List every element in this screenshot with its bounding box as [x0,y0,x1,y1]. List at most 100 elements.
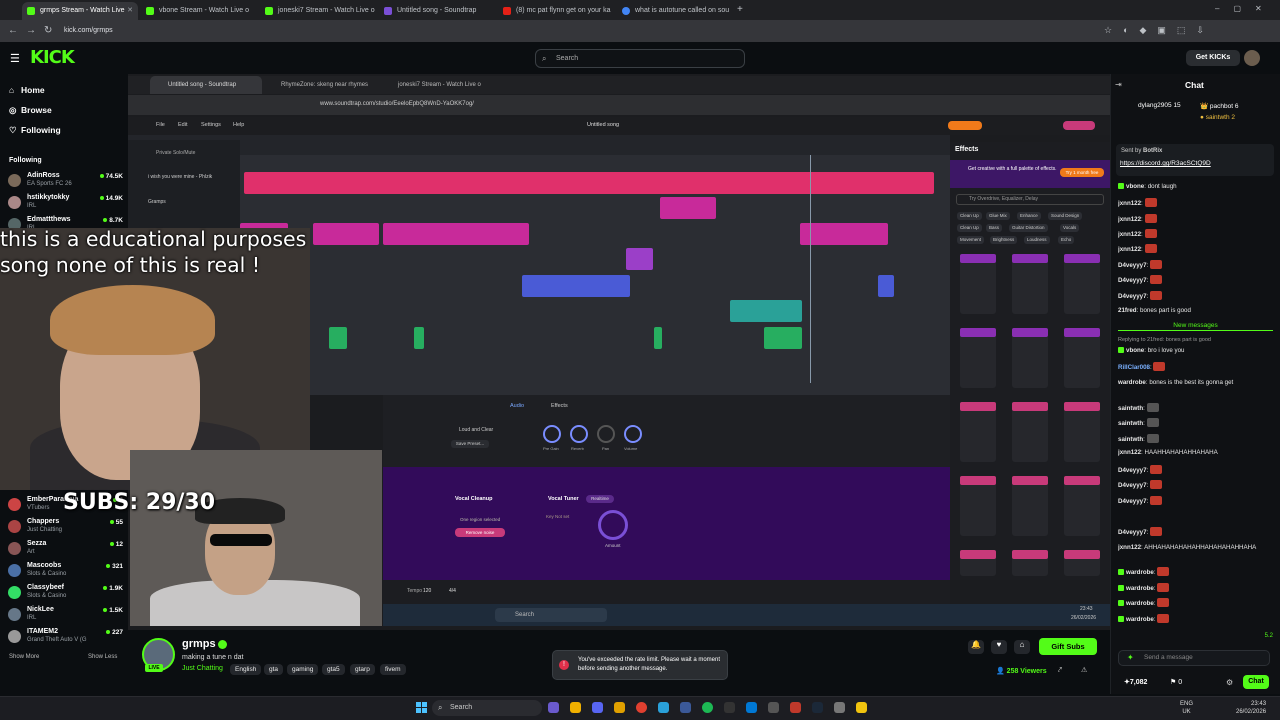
app-icon[interactable] [790,702,801,713]
audio-clip[interactable] [414,327,424,349]
settings-icon[interactable] [834,702,845,713]
show-less-button[interactable]: Show Less [88,654,117,660]
user-avatar[interactable] [1244,50,1260,66]
audio-clip[interactable] [764,327,802,349]
points-balance[interactable]: ⚑ 0 [1170,678,1182,686]
tag[interactable]: gta [264,664,284,675]
effect-card[interactable] [1012,550,1048,576]
chat-input[interactable]: ✦ Send a message [1118,650,1270,666]
trial-button[interactable]: Try 1 month free [1060,168,1104,177]
following-channel[interactable]: Classybeef Slots & Casino 1.9K [8,584,123,606]
audio-clip[interactable] [244,172,934,194]
windows-start-icon[interactable] [416,702,427,713]
discord-link[interactable]: https://discord.gg/R3acSCtQ9D [1120,160,1211,167]
send-chat-button[interactable]: Chat [1243,675,1269,689]
url-bar[interactable]: kick.com/grmps [64,24,1104,38]
following-channel[interactable]: Sezza Art 12 [8,540,123,562]
app-icon[interactable] [724,702,735,713]
effects-tab[interactable]: Effects [551,403,568,409]
effect-card[interactable] [1012,402,1048,462]
collapse-chat-icon[interactable]: ⇥ [1115,80,1122,89]
audio-clip[interactable] [329,327,347,349]
browser-tab-youtube[interactable]: (8) mc pat flynn get on your ka [498,2,616,20]
app-icon[interactable] [768,702,779,713]
effect-card[interactable] [1064,402,1100,462]
reload-icon[interactable]: ↻ [44,25,52,36]
emote-bar[interactable]: 5.2 [1118,633,1273,644]
forward-icon[interactable]: → [26,25,36,36]
nav-browse[interactable]: ◎ Browse [9,105,52,116]
effect-card[interactable] [960,550,996,576]
remove-noise-button[interactable]: Remove noise [455,528,505,537]
tag[interactable]: fivem [380,664,406,675]
effect-chip[interactable]: Enhance [1017,212,1041,220]
effect-card[interactable] [1064,476,1100,536]
effect-chip[interactable]: Clean Up [957,224,982,232]
window-controls[interactable]: –▢✕ [1215,4,1276,13]
audio-clip[interactable] [313,223,379,245]
audio-clip[interactable] [730,300,802,322]
spotify-icon[interactable] [702,702,713,713]
audio-clip[interactable] [800,223,888,245]
tag[interactable]: English [230,664,262,675]
streamer-name[interactable]: grmps [182,638,216,650]
effect-chip[interactable]: Clean Up [957,212,982,220]
following-channel[interactable]: Mascoobs Slots & Casino 321 [8,562,123,584]
gift-icon[interactable]: ⌂ [1014,640,1030,654]
settings-gear-icon[interactable]: ⚙ [1226,678,1233,687]
effect-chip[interactable]: Echo [1058,236,1075,244]
taskbar-clock[interactable]: 23:43 26/02/2026 [1236,700,1266,716]
share-icon[interactable]: ⤤ [1058,667,1062,675]
app-icon[interactable] [680,702,691,713]
audio-tab[interactable]: Audio [510,403,524,409]
search-input[interactable]: ⌕ Search [535,49,745,68]
effect-chip[interactable]: Sound Design [1048,212,1083,220]
following-channel[interactable]: AdinRoss EA Sports FC 26 74.5K [8,172,123,194]
effect-chip[interactable]: Brightness [990,236,1018,244]
kick-logo[interactable]: KICK [30,47,75,68]
audio-clip[interactable] [522,275,630,297]
folder-icon[interactable] [570,702,581,713]
tag[interactable]: gtarp [350,664,375,675]
audio-clip[interactable] [626,248,653,270]
audio-clip[interactable] [383,223,529,245]
back-icon[interactable]: ← [8,25,18,36]
browser-tab-joneski7[interactable]: joneski7 Stream - Watch Live o [260,2,378,20]
following-channel[interactable]: ITAMEM2 Grand Theft Auto V (G 227 [8,628,123,650]
effect-chip[interactable]: Bass [986,224,1003,232]
following-channel[interactable]: NickLee IRL 1.5K [8,606,123,628]
effect-chip[interactable]: Movement [957,236,985,244]
tag[interactable]: gta5 [322,664,345,675]
app-icon[interactable] [592,702,603,713]
vscode-icon[interactable] [746,702,757,713]
effect-chip[interactable]: Glue Mix [986,212,1010,220]
effect-card[interactable] [960,402,996,462]
gift-subs-button[interactable]: Gift Subs [1039,638,1097,655]
audio-clip[interactable] [660,197,716,219]
stream-category[interactable]: Just Chatting [182,665,223,672]
effect-chip[interactable]: Guitar Distortion [1009,224,1048,232]
effect-card[interactable] [1064,328,1100,388]
steam-icon[interactable] [812,702,823,713]
new-tab-icon[interactable]: + [737,4,743,15]
show-more-button[interactable]: Show More [9,654,39,660]
preset-select[interactable]: Loud and Clear [459,427,493,433]
heart-icon[interactable]: ♥ [991,640,1007,654]
browser-tab-grmps[interactable]: grmps Stream - Watch Live ✕ [22,2,138,20]
effect-card[interactable] [960,328,996,388]
browser-tab-google[interactable]: what is autotune called on sou [617,2,735,20]
effect-chip[interactable]: Loudness [1024,236,1050,244]
report-icon[interactable]: ⚠ [1081,666,1087,674]
chrome-icon[interactable] [636,702,647,713]
browser-extension-icons[interactable]: ☆◐◆▣⬚⇩ [1104,25,1215,36]
effects-search-input[interactable]: Try Overdrive, Equalizer, Delay [956,194,1104,205]
explorer-icon[interactable] [614,702,625,713]
following-channel[interactable]: Chappers Just Chatting 55 [8,518,123,540]
effect-chip[interactable]: Vocals [1060,224,1080,232]
input-language[interactable]: ENG UK [1180,700,1193,716]
browser-tab-vbone[interactable]: vbone Stream - Watch Live o [141,2,259,20]
audio-clip[interactable] [654,327,662,349]
taskbar-search[interactable]: ⌕ Search [432,700,542,716]
effect-card[interactable] [1012,254,1048,314]
effect-card[interactable] [1012,476,1048,536]
